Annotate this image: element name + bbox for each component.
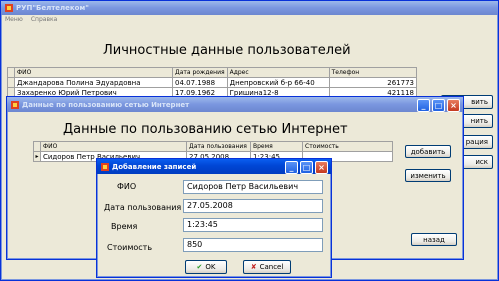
edit-button[interactable]: изменить xyxy=(405,169,451,182)
column-header-cost[interactable]: Стоимость xyxy=(302,141,393,152)
row-indicator: ▸ xyxy=(33,151,41,162)
fio-label: ФИО xyxy=(117,182,137,191)
ok-button-label: OK xyxy=(205,263,216,271)
add-record-dialog: Добавление записей _ □ × ФИО Сидоров Пет… xyxy=(96,158,332,278)
internet-table-header: ФИО Дата пользования Время Стоимость xyxy=(33,141,393,152)
main-side-button-3-label: рация xyxy=(465,138,488,146)
table-cell[interactable]: 261773 xyxy=(328,77,418,88)
ok-button[interactable]: ✔ OK xyxy=(185,260,227,274)
cost-field[interactable]: 850 xyxy=(183,238,323,252)
column-header-time[interactable]: Время xyxy=(250,141,303,152)
cancel-button-label: Cancel xyxy=(259,263,284,271)
internet-window-titlebar[interactable]: Данные по пользованию сетью Интернет _ □… xyxy=(7,97,463,112)
check-icon: ✔ xyxy=(196,263,203,271)
column-header-fio[interactable]: ФИО xyxy=(40,141,187,152)
cost-label: Стоимость xyxy=(107,243,153,252)
main-side-button-1-label: вить xyxy=(471,98,488,106)
dialog-controls: _ □ × xyxy=(285,161,328,174)
column-header-address[interactable]: Адрес xyxy=(226,67,330,78)
users-table[interactable]: ФИО Дата рождения Адрес Телефон Джандаро… xyxy=(7,67,418,98)
maximize-icon[interactable]: □ xyxy=(432,99,445,112)
menu-item-help[interactable]: Справка xyxy=(31,15,57,24)
usage-date-field[interactable]: 27.05.2008 xyxy=(183,199,323,213)
close-icon[interactable]: × xyxy=(315,161,328,174)
time-field[interactable]: 1:23:45 xyxy=(183,218,323,232)
header-indicator xyxy=(33,141,41,152)
window-app-icon xyxy=(5,4,13,12)
add-button[interactable]: добавить xyxy=(405,145,451,158)
users-table-header: ФИО Дата рождения Адрес Телефон xyxy=(7,67,418,78)
add-button-label: добавить xyxy=(410,147,446,156)
x-icon: ✘ xyxy=(250,263,257,271)
table-cell[interactable]: 04.07.1988 xyxy=(172,77,228,88)
row-indicator-cell xyxy=(7,77,15,88)
table-cell[interactable]: Джандарова Полина Эдуардовна xyxy=(14,77,173,88)
minimize-icon[interactable]: _ xyxy=(417,99,430,112)
internet-window-controls: _ □ × xyxy=(417,99,460,112)
table-cell[interactable]: Днепровский б-р 66-40 xyxy=(226,77,330,88)
table-row[interactable]: Джандарова Полина Эдуардовна 04.07.1988 … xyxy=(7,77,418,88)
cancel-button[interactable]: ✘ Cancel xyxy=(243,260,291,274)
window-app-icon xyxy=(101,162,109,171)
back-button-label: назад xyxy=(423,235,445,244)
column-header-birthdate[interactable]: Дата рождения xyxy=(172,67,228,78)
internet-window-title: Данные по пользованию сетью Интернет xyxy=(22,100,190,109)
dialog-titlebar[interactable]: Добавление записей _ □ × xyxy=(97,159,331,174)
main-side-button-2-label: нить xyxy=(470,117,488,125)
minimize-icon[interactable]: _ xyxy=(285,161,298,174)
window-app-icon xyxy=(11,100,19,109)
main-window-title: РУП"Белтелеком" xyxy=(16,4,89,12)
fio-field[interactable]: Сидоров Петр Васильевич xyxy=(183,180,323,194)
column-header-fio[interactable]: ФИО xyxy=(14,67,173,78)
internet-heading: Данные по пользованию сетью Интернет xyxy=(63,122,348,137)
main-window-titlebar[interactable]: РУП"Белтелеком" xyxy=(1,1,498,15)
usage-date-label: Дата пользования xyxy=(104,203,182,212)
users-heading: Личностные данные пользователей xyxy=(103,43,351,58)
back-button[interactable]: назад xyxy=(411,233,457,246)
column-header-phone[interactable]: Телефон xyxy=(328,67,418,78)
header-indicator xyxy=(7,67,15,78)
time-label: Время xyxy=(111,222,138,231)
menu-bar: Меню Справка xyxy=(2,15,497,24)
close-icon[interactable]: × xyxy=(447,99,460,112)
edit-button-label: изменить xyxy=(410,171,446,180)
maximize-icon[interactable]: □ xyxy=(300,161,313,174)
main-side-button-4-label: иск xyxy=(475,158,488,166)
menu-item-menu[interactable]: Меню xyxy=(5,15,23,24)
column-header-usage-date[interactable]: Дата пользования xyxy=(186,141,251,152)
dialog-title: Добавление записей xyxy=(112,162,197,171)
